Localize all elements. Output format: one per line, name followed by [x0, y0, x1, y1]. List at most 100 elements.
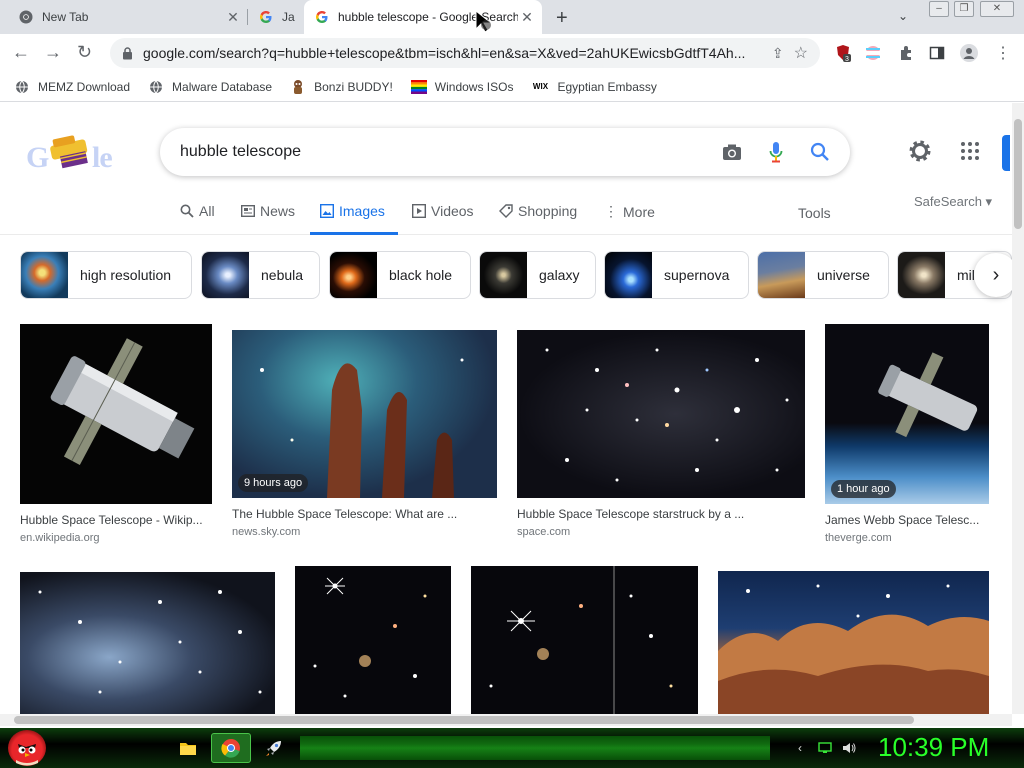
chip-label: universe	[817, 267, 870, 283]
chip-high-resolution[interactable]: high resolution	[20, 251, 192, 299]
network-icon[interactable]	[818, 741, 832, 755]
tab-label: More	[623, 203, 655, 220]
image-result[interactable]: Hubble Space Telescope starstruck by a .…	[517, 330, 805, 538]
bookmark-malware-database[interactable]: Malware Database	[148, 80, 272, 94]
profile-avatar-icon[interactable]	[960, 44, 978, 62]
image-result[interactable]: 9 hours ago The Hubble Space Telescope: …	[232, 330, 497, 538]
google-apps-grid-icon[interactable]	[960, 141, 980, 166]
extension-shield-icon[interactable]: 3	[834, 44, 852, 62]
image-result[interactable]	[295, 566, 451, 714]
tab-videos[interactable]: Videos	[412, 203, 474, 219]
result-thumbnail[interactable]	[517, 330, 805, 498]
search-icon[interactable]	[798, 142, 842, 162]
tab-news[interactable]: News	[241, 203, 295, 219]
globe-icon	[148, 80, 164, 94]
show-hidden-icons-chevron-icon[interactable]: ‹	[793, 741, 807, 755]
forward-arrow-icon[interactable]: →	[44, 42, 62, 63]
back-arrow-icon[interactable]: ←	[12, 42, 30, 63]
search-icon	[180, 204, 194, 218]
extension-flag-icon[interactable]	[864, 44, 882, 62]
tab-label: All	[199, 203, 215, 219]
result-title[interactable]: James Webb Space Telesc...	[825, 513, 989, 527]
bookmark-star-icon[interactable]: ☆	[794, 43, 808, 63]
bookmark-label: Malware Database	[172, 79, 273, 94]
google-doodle-logo[interactable]: G le	[26, 135, 118, 187]
result-source[interactable]: en.wikipedia.org	[20, 532, 212, 544]
image-result[interactable]: Hubble Space Telescope - Wikip... en.wik…	[20, 324, 212, 544]
close-icon[interactable]: ✕	[980, 1, 1014, 17]
bookmark-windows-isos[interactable]: Windows ISOs	[410, 79, 514, 94]
search-input[interactable]: hubble telescope	[160, 143, 710, 161]
bookmark-bonzi-buddy[interactable]: Bonzi BUDDY!	[290, 79, 393, 94]
result-thumbnail[interactable]	[20, 572, 275, 714]
tab-ja[interactable]: Ja	[248, 0, 304, 34]
angry-bird-start-icon[interactable]	[8, 730, 46, 766]
chip-nebula[interactable]: nebula	[201, 251, 320, 299]
chip-black-hole[interactable]: black hole	[329, 251, 471, 299]
result-thumbnail[interactable]	[471, 566, 698, 714]
scrollbar-thumb[interactable]	[14, 716, 914, 724]
result-source[interactable]: news.sky.com	[232, 526, 497, 538]
bookmark-label: Windows ISOs	[434, 79, 514, 94]
vertical-scrollbar[interactable]	[1012, 103, 1024, 714]
tab-images[interactable]: Images	[320, 203, 385, 219]
browser-window: New Tab ✕ Ja hubble telescope - Google S…	[0, 0, 1024, 768]
close-tab-icon[interactable]: ✕	[224, 9, 242, 26]
result-title[interactable]: Hubble Space Telescope starstruck by a .…	[517, 507, 805, 521]
extensions-puzzle-icon[interactable]	[897, 44, 915, 62]
menu-kebab-icon[interactable]: ⋮	[994, 44, 1012, 62]
result-source[interactable]: theverge.com	[825, 532, 989, 544]
sign-in-button-edge[interactable]	[1002, 135, 1010, 171]
bookmark-egyptian-embassy[interactable]: WIX Egyptian Embassy	[531, 80, 657, 94]
side-panel-icon[interactable]	[928, 44, 946, 62]
bookmark-memz[interactable]: MEMZ Download	[14, 80, 130, 94]
restore-icon[interactable]: ❐	[954, 1, 974, 17]
result-title[interactable]: The Hubble Space Telescope: What are ...	[232, 507, 497, 521]
reload-icon[interactable]: ↻	[77, 42, 92, 63]
chips-next-chevron-icon[interactable]: ›	[974, 253, 1012, 297]
image-result[interactable]: 1 hour ago James Webb Space Telesc... th…	[825, 324, 989, 544]
tab-strip: New Tab ✕ Ja hubble telescope - Google S…	[0, 0, 1024, 34]
scrollbar-thumb[interactable]	[1014, 119, 1022, 229]
horizontal-scrollbar[interactable]	[0, 714, 1012, 726]
taskbar-clock[interactable]: 10:39 PM	[878, 732, 989, 763]
tab-all[interactable]: All	[180, 203, 215, 219]
search-box[interactable]: hubble telescope	[160, 128, 850, 176]
image-result[interactable]	[20, 572, 275, 714]
result-thumbnail[interactable]	[20, 324, 212, 504]
video-icon	[412, 204, 426, 218]
chip-label: black hole	[389, 267, 453, 283]
tab-hubble-search[interactable]: hubble telescope - Google Search ✕	[304, 0, 542, 34]
rocket-icon[interactable]	[254, 733, 294, 763]
new-tab-button[interactable]: +	[556, 7, 568, 30]
page-content: G le hubble telescope All News Images Vi…	[0, 103, 1012, 714]
volume-icon[interactable]	[842, 741, 856, 755]
chrome-icon[interactable]	[211, 733, 251, 763]
tab-search-chevron-icon[interactable]: ⌄	[898, 9, 908, 23]
camera-icon[interactable]	[710, 143, 754, 161]
share-icon[interactable]: ⇪	[772, 45, 784, 62]
result-thumbnail[interactable]: 1 hour ago	[825, 324, 989, 504]
image-result[interactable]	[471, 566, 698, 714]
result-title[interactable]: Hubble Space Telescope - Wikip...	[20, 513, 212, 527]
chip-universe[interactable]: universe	[757, 251, 889, 299]
close-tab-icon[interactable]: ✕	[518, 9, 536, 26]
tools-button[interactable]: Tools	[798, 205, 831, 221]
tab-more[interactable]: ⋮ More	[604, 203, 655, 220]
settings-gear-icon[interactable]	[908, 139, 932, 168]
microphone-icon[interactable]	[754, 141, 798, 163]
safesearch-dropdown[interactable]: SafeSearch ▾	[914, 194, 992, 210]
result-thumbnail[interactable]	[295, 566, 451, 714]
minimize-icon[interactable]: –	[929, 1, 949, 17]
chip-supernova[interactable]: supernova	[604, 251, 749, 299]
address-bar[interactable]: google.com/search?q=hubble+telescope&tbm…	[110, 38, 820, 68]
chip-galaxy[interactable]: galaxy	[479, 251, 596, 299]
image-result[interactable]	[718, 571, 989, 714]
result-source[interactable]: space.com	[517, 526, 805, 538]
result-thumbnail[interactable]: 9 hours ago	[232, 330, 497, 498]
bookmarks-bar: MEMZ Download Malware Database Bonzi BUD…	[0, 72, 1024, 102]
tab-shopping[interactable]: Shopping	[499, 203, 577, 219]
result-thumbnail[interactable]	[718, 571, 989, 714]
folder-icon[interactable]	[168, 733, 208, 763]
tab-new-tab[interactable]: New Tab ✕	[8, 0, 248, 34]
